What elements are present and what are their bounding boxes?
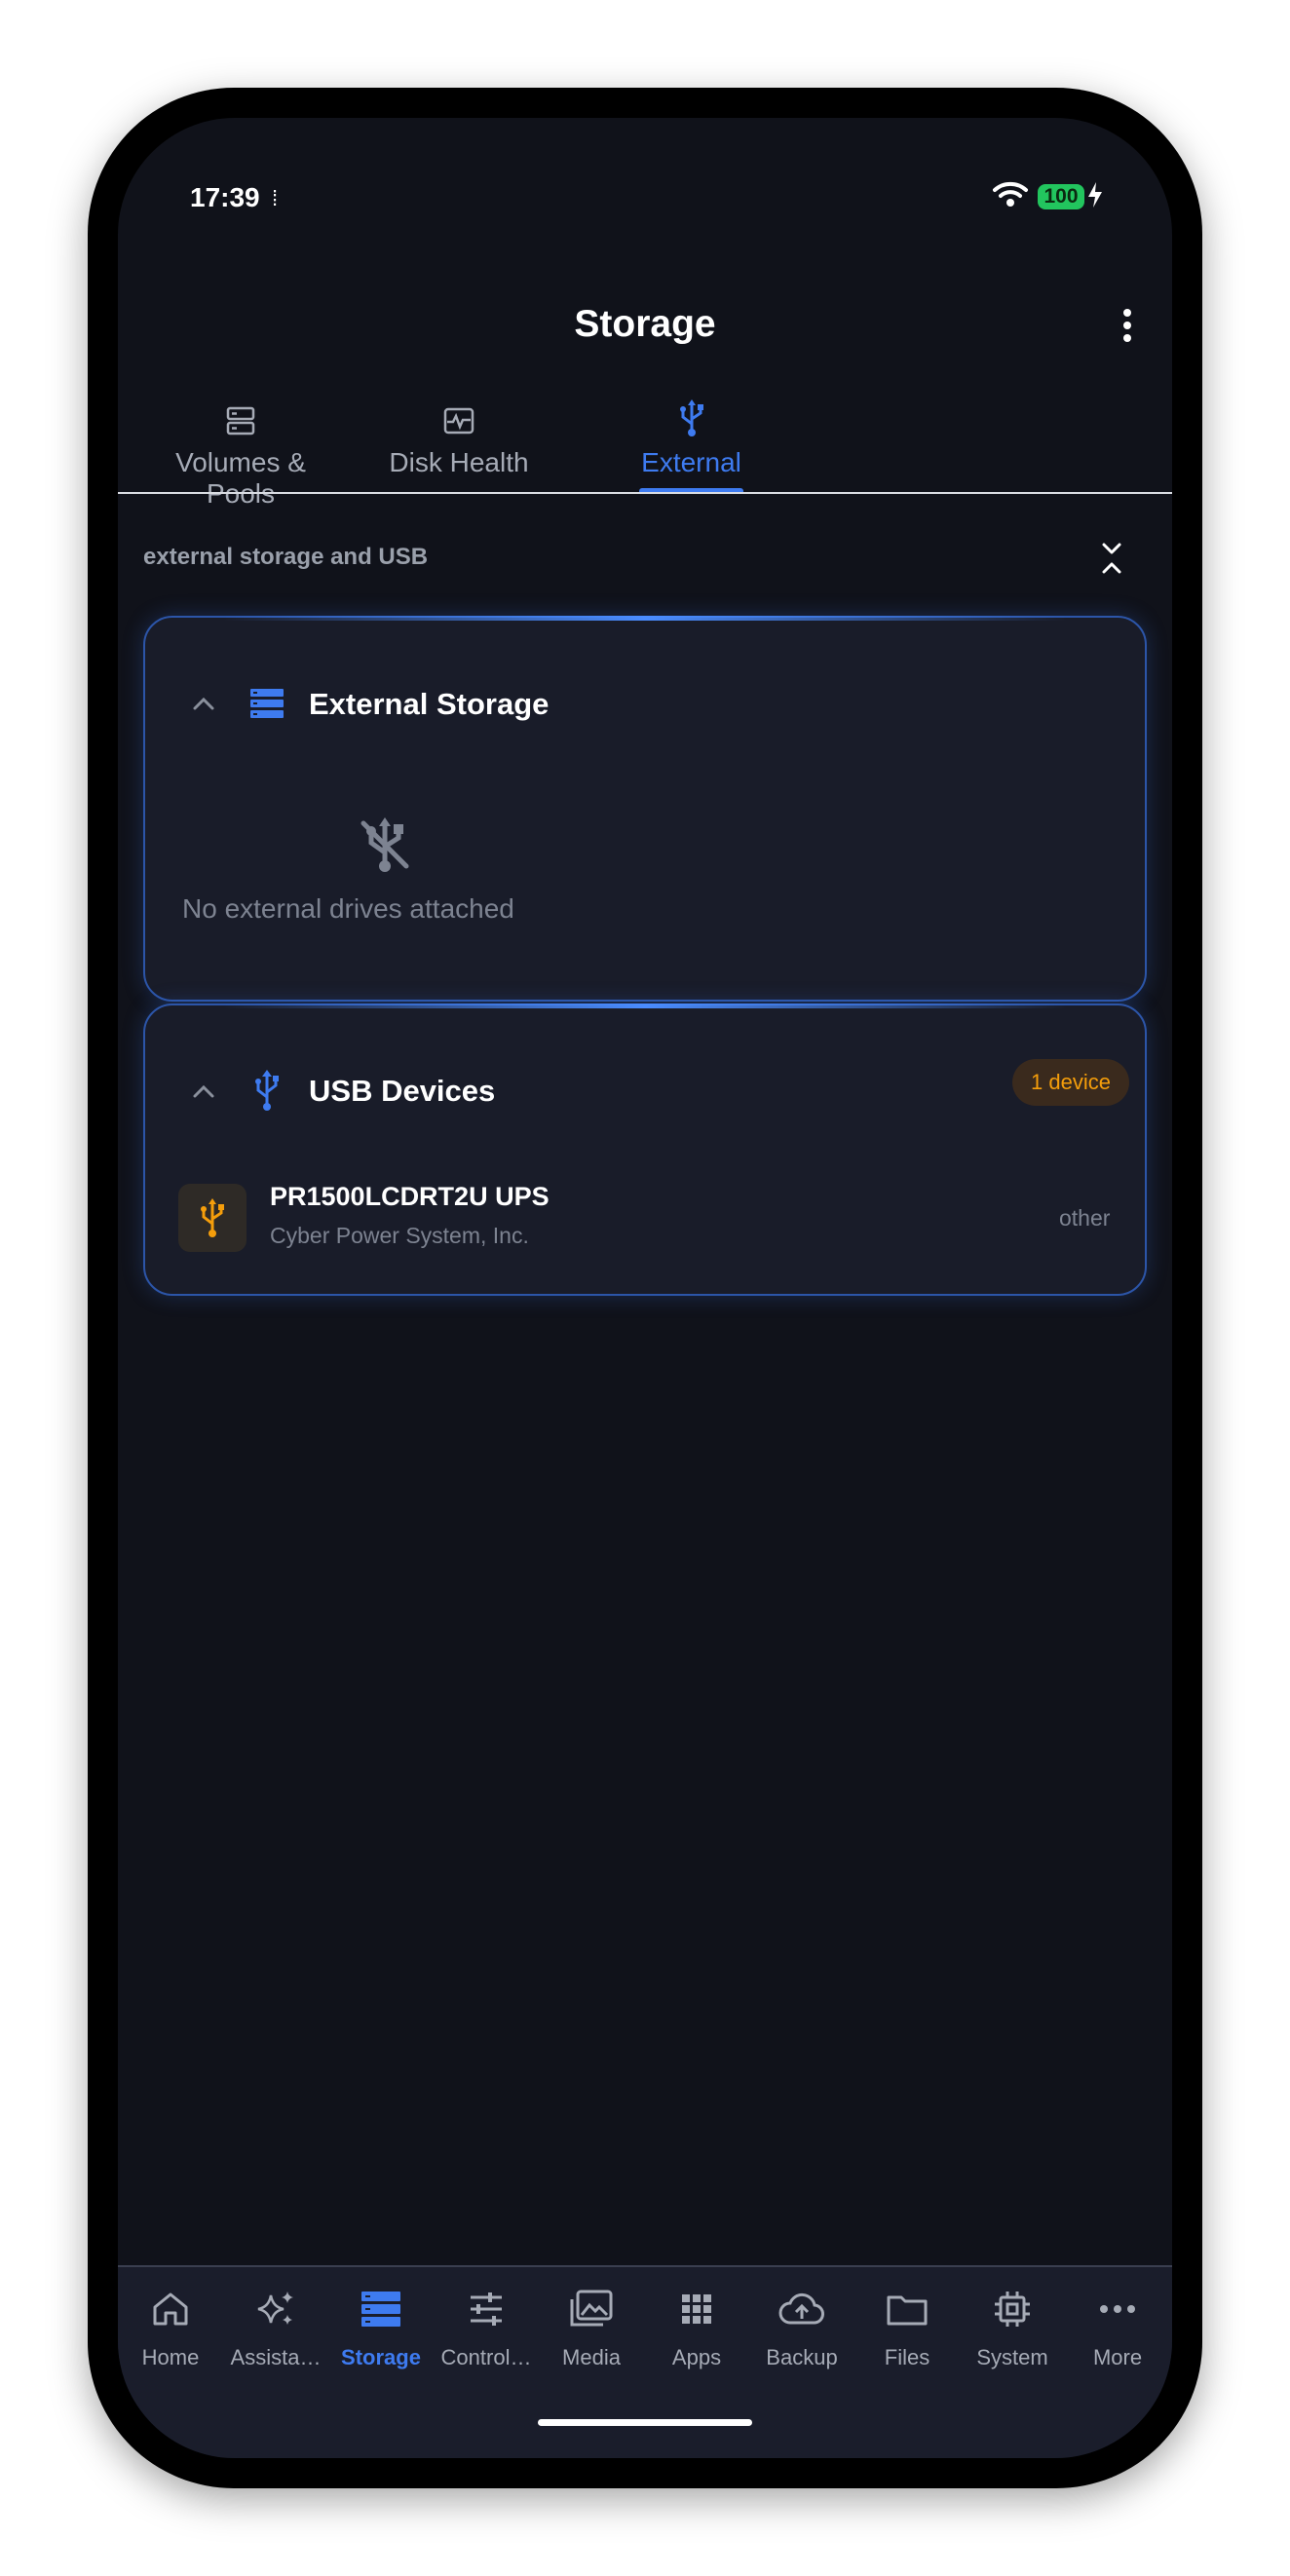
app-screen: 17:39 ⁞ 100 Storage Volumes & Pools Disk… bbox=[118, 118, 1172, 2458]
tab-external[interactable]: External bbox=[625, 391, 758, 527]
home-icon bbox=[118, 2285, 223, 2333]
nav-label: Assista… bbox=[230, 2345, 322, 2369]
device-icon-tile bbox=[178, 1184, 247, 1252]
storage-icon bbox=[143, 391, 338, 437]
usb-icon bbox=[625, 391, 758, 437]
device-vendor: Cyber Power System, Inc. bbox=[270, 1223, 529, 1248]
usb-off-icon bbox=[356, 815, 414, 879]
external-storage-title: External Storage bbox=[309, 687, 550, 721]
nav-system[interactable]: System bbox=[960, 2285, 1065, 2370]
nav-label: Storage bbox=[341, 2345, 421, 2369]
tab-volumes-pools[interactable]: Volumes & Pools bbox=[143, 391, 338, 527]
usb-icon bbox=[252, 1069, 282, 1117]
tab-disk-health[interactable]: Disk Health bbox=[381, 391, 537, 527]
external-storage-card bbox=[143, 616, 1147, 1002]
usb-devices-card bbox=[143, 1004, 1147, 1296]
sliders-icon bbox=[434, 2285, 539, 2333]
nav-storage[interactable]: Storage bbox=[328, 2285, 434, 2370]
device-count-badge: 1 device bbox=[1012, 1059, 1129, 1106]
nav-label: Backup bbox=[766, 2345, 838, 2369]
usb-devices-title: USB Devices bbox=[309, 1074, 496, 1108]
nav-apps[interactable]: Apps bbox=[644, 2285, 749, 2370]
collapse-all-icon[interactable] bbox=[1092, 539, 1131, 583]
home-indicator bbox=[538, 2419, 752, 2426]
nav-label: Home bbox=[141, 2345, 200, 2369]
nav-label: More bbox=[1092, 2345, 1143, 2369]
usb-icon bbox=[201, 1198, 224, 1237]
nav-home[interactable]: Home bbox=[118, 2285, 223, 2370]
battery-indicator: 100 bbox=[1038, 184, 1084, 209]
nav-label: Media bbox=[562, 2345, 621, 2369]
nav-media[interactable]: Media bbox=[539, 2285, 644, 2370]
apps-grid-icon bbox=[644, 2285, 749, 2333]
nav-control[interactable]: Control… bbox=[434, 2285, 539, 2370]
charging-bolt-icon bbox=[1086, 180, 1104, 214]
chevron-up-icon[interactable] bbox=[186, 1075, 221, 1115]
chip-icon bbox=[960, 2285, 1065, 2333]
more-vert-icon[interactable] bbox=[1112, 309, 1143, 348]
nav-more[interactable]: More bbox=[1065, 2285, 1170, 2370]
nav-label: System bbox=[976, 2345, 1048, 2369]
folder-icon bbox=[854, 2285, 960, 2333]
sparkle-icon bbox=[223, 2285, 328, 2333]
photo-library-icon bbox=[539, 2285, 644, 2333]
nav-label: Control… bbox=[440, 2345, 532, 2369]
nav-label: Apps bbox=[671, 2345, 722, 2369]
more-horiz-icon bbox=[1065, 2285, 1170, 2333]
tab-divider bbox=[118, 492, 1172, 494]
nav-files[interactable]: Files bbox=[854, 2285, 960, 2370]
wifi-icon bbox=[991, 178, 1030, 214]
cloud-upload-icon bbox=[749, 2285, 854, 2333]
monitor-heart-icon bbox=[381, 391, 537, 437]
device-name: PR1500LCDRT2U UPS bbox=[270, 1182, 550, 1211]
nav-assistant[interactable]: Assista… bbox=[223, 2285, 328, 2370]
tab-label: External bbox=[641, 447, 741, 477]
status-time: 17:39 bbox=[190, 182, 260, 212]
page-title: Storage bbox=[574, 303, 716, 345]
chevron-up-icon[interactable] bbox=[186, 687, 221, 727]
section-subtitle: external storage and USB bbox=[143, 544, 429, 570]
status-indicator: ⁞ bbox=[272, 186, 279, 210]
empty-state-message: No external drives attached bbox=[182, 893, 514, 924]
device-type: other bbox=[1059, 1205, 1111, 1231]
nav-backup[interactable]: Backup bbox=[749, 2285, 854, 2370]
storage-icon bbox=[328, 2285, 434, 2333]
nav-label: Files bbox=[884, 2345, 930, 2369]
tab-label: Volumes & Pools bbox=[175, 447, 306, 509]
storage-icon bbox=[248, 685, 285, 727]
tab-label: Disk Health bbox=[389, 447, 529, 477]
